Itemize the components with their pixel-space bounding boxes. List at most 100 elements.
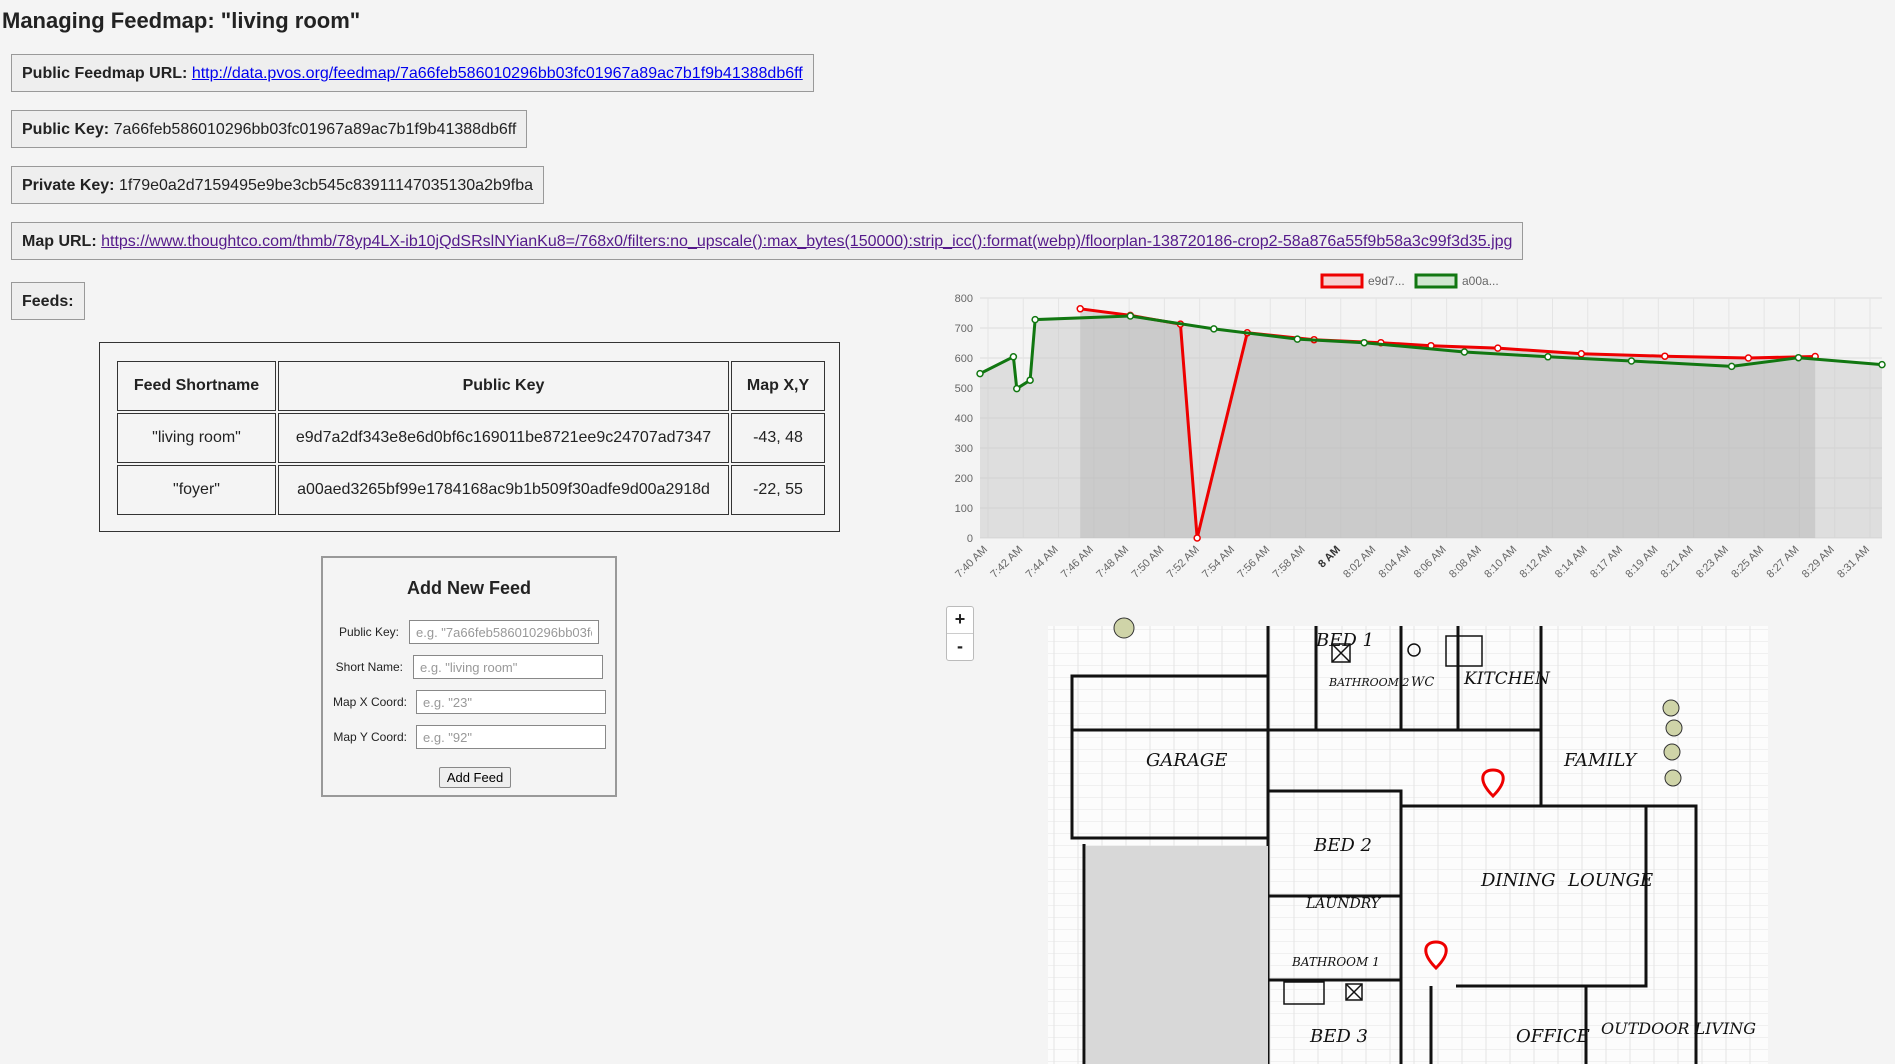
- y-tick-label: 0: [967, 533, 973, 545]
- data-point: [1031, 315, 1039, 324]
- sensor-line-chart: 01002003004005006007008007:40 AM7:42 AM7…: [953, 273, 1886, 581]
- zoom-out-button[interactable]: -: [947, 633, 973, 660]
- y-tick-label: 500: [955, 383, 973, 395]
- add-feed-form: Add New Feed Public Key: Short Name: Map…: [321, 556, 617, 797]
- y-tick-label: 400: [955, 413, 973, 425]
- public-feedmap-url-label: Public Feedmap URL:: [22, 65, 188, 82]
- x-tick-label: 8:17 AM: [1588, 544, 1625, 581]
- public-key-value: 7a66feb586010296bb03fc01967a89ac7b1f9b41…: [113, 121, 517, 138]
- y-tick-label: 200: [955, 473, 973, 485]
- add-feed-button[interactable]: Add Feed: [439, 767, 511, 788]
- x-tick-label: 7:42 AM: [988, 544, 1025, 581]
- table-row: "living room" e9d7a2df343e8e6d0bf6c16901…: [117, 413, 825, 463]
- data-point: [1126, 312, 1135, 320]
- data-point: [1661, 352, 1669, 360]
- data-point: [1460, 348, 1469, 356]
- x-tick-label: 8:21 AM: [1659, 544, 1696, 581]
- x-tick-label: 8 AM: [1316, 544, 1343, 571]
- data-point: [1076, 305, 1084, 313]
- room-bed-2: BED 2: [1313, 835, 1372, 856]
- room-office: OFFICE: [1516, 1026, 1590, 1047]
- room-bathroom-2: BATHROOM 2: [1328, 676, 1409, 689]
- x-tick-label: 7:52 AM: [1165, 544, 1202, 581]
- map-y-field-label: Map Y Coord:: [333, 730, 407, 744]
- data-point: [1012, 384, 1021, 393]
- x-tick-label: 8:27 AM: [1765, 544, 1802, 581]
- header-feed-shortname: Feed Shortname: [117, 361, 276, 411]
- header-map-xy: Map X,Y: [731, 361, 825, 411]
- y-tick-label: 600: [955, 353, 973, 365]
- private-key-label: Private Key:: [22, 177, 115, 194]
- data-point: [1293, 335, 1302, 343]
- feeds-box: Feeds:: [11, 282, 85, 320]
- y-tick-label: 700: [955, 323, 973, 335]
- room-bed-1: BED 1: [1315, 630, 1374, 651]
- room-wc: WC: [1411, 675, 1434, 690]
- feeds-table: Feed Shortname Public Key Map X,Y "livin…: [115, 359, 827, 517]
- floorplan-image: GARAGE BED 1 BATHROOM 2 WC KITCHEN FAMIL…: [1048, 617, 1768, 1064]
- x-tick-label: 8:14 AM: [1553, 544, 1590, 581]
- data-point: [1210, 325, 1218, 333]
- room-garage: GARAGE: [1146, 750, 1227, 771]
- data-point: [1627, 357, 1636, 365]
- x-tick-label: 8:25 AM: [1729, 544, 1766, 581]
- map-x-field-label: Map X Coord:: [332, 695, 407, 709]
- cell-shortname: "foyer": [117, 465, 276, 515]
- map-y-input[interactable]: [416, 725, 606, 749]
- table-header-row: Feed Shortname Public Key Map X,Y: [117, 361, 825, 411]
- room-kitchen: KITCHEN: [1463, 669, 1551, 689]
- x-tick-label: 7:54 AM: [1200, 544, 1237, 581]
- public-key-field-label: Public Key:: [338, 625, 399, 639]
- cell-map-xy: -22, 55: [731, 465, 825, 515]
- cell-map-xy: -43, 48: [731, 413, 825, 463]
- legend-swatch: [1320, 273, 1364, 289]
- room-bed-3: BED 3: [1309, 1026, 1368, 1047]
- x-tick-label: 7:58 AM: [1271, 544, 1308, 581]
- short-name-input[interactable]: [413, 655, 603, 679]
- floorplan-map[interactable]: + - GARAGE BED 1 BATHROOM 2 WC KITCHEN F…: [946, 606, 1895, 1064]
- x-tick-label: 7:40 AM: [953, 544, 990, 581]
- x-tick-label: 8:12 AM: [1518, 544, 1555, 581]
- data-point: [1026, 376, 1034, 384]
- map-url-box: Map URL: https://www.thoughtco.com/thmb/…: [11, 222, 1524, 260]
- x-tick-label: 8:06 AM: [1412, 544, 1449, 581]
- data-point: [1727, 362, 1736, 371]
- x-tick-label: 8:08 AM: [1447, 544, 1484, 581]
- map-url-link[interactable]: https://www.thoughtco.com/thmb/78yp4LX-i…: [101, 233, 1512, 250]
- x-tick-label: 8:02 AM: [1341, 544, 1378, 581]
- room-laundry: LAUNDRY: [1305, 896, 1382, 912]
- x-tick-label: 8:10 AM: [1482, 544, 1519, 581]
- y-tick-label: 300: [955, 443, 973, 455]
- data-point: [1744, 354, 1753, 362]
- x-tick-label: 7:46 AM: [1059, 544, 1096, 581]
- x-tick-label: 7:56 AM: [1235, 544, 1272, 581]
- short-name-field-label: Short Name:: [335, 660, 403, 674]
- x-tick-label: 8:29 AM: [1800, 544, 1837, 581]
- data-point: [1009, 353, 1018, 361]
- legend-label: a00a...: [1462, 274, 1499, 288]
- zoom-in-button[interactable]: +: [947, 607, 973, 633]
- map-url-label: Map URL:: [22, 233, 97, 250]
- cell-shortname: "living room": [117, 413, 276, 463]
- data-point: [1577, 350, 1586, 358]
- data-point: [1794, 353, 1803, 362]
- data-point: [1193, 534, 1201, 542]
- x-tick-label: 7:48 AM: [1094, 544, 1131, 581]
- data-point: [976, 369, 984, 378]
- room-lounge: LOUNGE: [1567, 870, 1653, 891]
- table-row: "foyer" a00aed3265bf99e1784168ac9b1b509f…: [117, 465, 825, 515]
- map-x-input[interactable]: [416, 690, 606, 714]
- page-title: Managing Feedmap: "living room": [2, 8, 361, 33]
- room-bathroom-1: BATHROOM 1: [1291, 955, 1380, 969]
- data-point: [1544, 353, 1552, 361]
- x-tick-label: 7:44 AM: [1024, 544, 1061, 581]
- public-key-label: Public Key:: [22, 121, 110, 138]
- private-key-value: 1f79e0a2d7159495e9be3cb545c8391114703513…: [118, 177, 533, 194]
- legend-label: e9d7...: [1368, 274, 1405, 288]
- zoom-control: + -: [946, 606, 974, 661]
- public-key-input[interactable]: [409, 620, 599, 644]
- public-key-box: Public Key: 7a66feb586010296bb03fc01967a…: [11, 110, 528, 148]
- public-feedmap-url-link[interactable]: http://data.pvos.org/feedmap/7a66feb5860…: [192, 65, 803, 82]
- room-family: FAMILY: [1563, 750, 1638, 771]
- x-tick-label: 8:31 AM: [1835, 544, 1872, 581]
